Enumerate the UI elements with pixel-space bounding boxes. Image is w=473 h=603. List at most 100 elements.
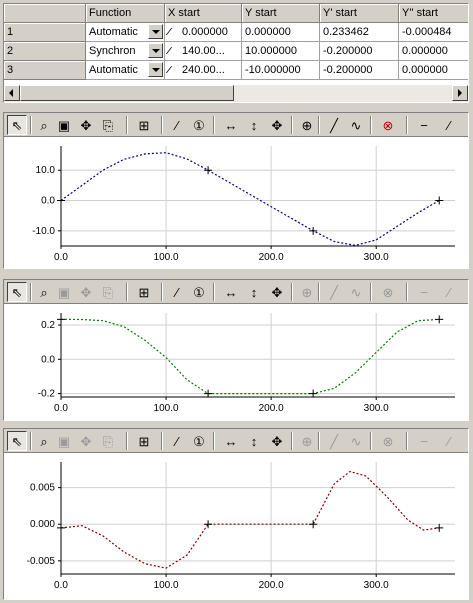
select-arrow-icon[interactable]: ⇖ [7, 282, 27, 302]
y-start-cell[interactable]: -10.000000 [242, 61, 320, 80]
x-start-cell[interactable]: ∕ 140.00... [165, 42, 242, 61]
zoom-icon[interactable]: ⌕ [34, 115, 54, 135]
move-all-icon[interactable]: ✥ [267, 115, 287, 135]
x-start-cell[interactable]: ∕ 240.00... [165, 61, 242, 80]
x-tick-label: 0.0 [54, 252, 68, 263]
y2-start-cell[interactable]: -0.000484 [399, 23, 468, 42]
delete-icon[interactable]: ⊗ [378, 282, 398, 302]
edit-points-icon[interactable]: ∕ [167, 282, 187, 302]
insert-point-icon[interactable]: ⊕ [297, 431, 317, 451]
y1-start-cell[interactable]: 0.233462 [320, 23, 399, 42]
line-tool-icon[interactable]: ╱ [324, 282, 344, 302]
horizontal-arrows-icon[interactable]: ↔ [221, 431, 241, 451]
toolbar-separator [213, 283, 215, 301]
vertical-arrows-icon[interactable]: ↕ [244, 431, 264, 451]
column-header-x-start[interactable]: X start [165, 4, 242, 23]
y2-start-cell[interactable]: 0.000000 [399, 61, 468, 80]
y-start-cell[interactable]: 0.000000 [242, 23, 320, 42]
zoom-window-icon[interactable]: ▣ [54, 431, 74, 451]
vertical-arrows-icon[interactable]: ↕ [244, 282, 264, 302]
slash-icon[interactable]: ∕ [439, 431, 459, 451]
dropdown-arrow-icon[interactable] [148, 43, 163, 58]
line-tool-icon[interactable]: ╱ [324, 115, 344, 135]
copy-icon[interactable]: ⎘ [98, 115, 118, 135]
edit-points-icon[interactable]: ∕ [167, 115, 187, 135]
curve-tool-icon[interactable]: ∿ [346, 431, 366, 451]
column-header-y1-start[interactable]: Y' start [320, 4, 399, 23]
toolbar-separator [213, 432, 215, 450]
horizontal-arrows-icon[interactable]: ↔ [221, 115, 241, 135]
move-all-icon[interactable]: ✥ [267, 431, 287, 451]
pan-icon[interactable]: ✥ [76, 282, 96, 302]
x-start-value: 240.00... [182, 64, 225, 76]
fit-grid-icon[interactable]: ⊞ [134, 431, 154, 451]
x-tick-label: 300.0 [364, 580, 389, 591]
select-arrow-icon[interactable]: ⇖ [7, 115, 27, 135]
slash-icon[interactable]: ∕ [439, 282, 459, 302]
delete-icon[interactable]: ⊗ [378, 431, 398, 451]
plot-panel-acceleration: ⇖ ⌕ ▣ ✥ ⎘ ⊞ ∕ ① ↔ ↕ ✥ ⊕ ╱ ∿ ⊗ − ∕ 0.0 100.0 200.0 300.0 -0.0… [3, 428, 469, 600]
copy-icon[interactable]: ⎘ [98, 431, 118, 451]
row-number[interactable]: 1 [4, 23, 86, 42]
curve-tool-icon[interactable]: ∿ [346, 282, 366, 302]
row-number[interactable]: 2 [4, 42, 86, 61]
hline-icon[interactable]: − [414, 431, 434, 451]
pan-icon[interactable]: ✥ [76, 431, 96, 451]
horizontal-scrollbar[interactable] [4, 85, 468, 102]
dropdown-arrow-icon[interactable] [148, 62, 163, 77]
acceleration-plot[interactable]: 0.0 100.0 200.0 300.0 -0.005 0.000 0.005 [4, 454, 468, 599]
pan-icon[interactable]: ✥ [76, 115, 96, 135]
column-header-function[interactable]: Function [86, 4, 165, 23]
column-header-y2-start[interactable]: Y'' start [399, 4, 468, 23]
one-icon[interactable]: ① [189, 282, 209, 302]
corner-header [4, 4, 86, 23]
x-tick-label: 200.0 [259, 252, 284, 263]
copy-icon[interactable]: ⎘ [98, 282, 118, 302]
line-tool-icon[interactable]: ╱ [324, 431, 344, 451]
one-icon[interactable]: ① [189, 431, 209, 451]
toolbar-separator [406, 432, 408, 450]
zoom-window-icon[interactable]: ▣ [54, 282, 74, 302]
fit-grid-icon[interactable]: ⊞ [134, 115, 154, 135]
x-tick-label: 200.0 [259, 403, 284, 414]
insert-point-icon[interactable]: ⊕ [297, 115, 317, 135]
y2-start-cell[interactable]: 0.000000 [399, 42, 468, 61]
slash-icon[interactable]: ∕ [439, 115, 459, 135]
dropdown-arrow-icon[interactable] [148, 24, 163, 39]
toolbar-separator [30, 283, 32, 301]
fit-grid-icon[interactable]: ⊞ [134, 282, 154, 302]
zoom-icon[interactable]: ⌕ [34, 282, 54, 302]
series-line [60, 152, 440, 247]
function-combo[interactable]: Synchron [86, 42, 165, 61]
move-all-icon[interactable]: ✥ [267, 282, 287, 302]
x-tick-label: 100.0 [154, 403, 179, 414]
y1-start-cell[interactable]: -0.200000 [320, 42, 399, 61]
y-tick-label: 0.0 [41, 196, 55, 207]
scroll-right-icon[interactable] [452, 85, 468, 101]
plot-toolbar: ⇖ ⌕ ▣ ✥ ⎘ ⊞ ∕ ① ↔ ↕ ✥ ⊕ ╱ ∿ ⊗ − ∕ [4, 280, 468, 304]
edit-points-icon[interactable]: ∕ [167, 431, 187, 451]
scroll-thumb[interactable] [20, 85, 234, 101]
x-start-cell[interactable]: ⁄ 0.000000 [165, 23, 242, 42]
y-start-cell[interactable]: 10.000000 [242, 42, 320, 61]
insert-point-icon[interactable]: ⊕ [297, 282, 317, 302]
one-icon[interactable]: ① [189, 115, 209, 135]
delete-icon[interactable]: ⊗ [378, 115, 398, 135]
row-number[interactable]: 3 [4, 61, 86, 80]
velocity-plot[interactable]: 0.0 100.0 200.0 300.0 -0.2 0.0 0.2 [4, 305, 468, 420]
column-header-y-start[interactable]: Y start [242, 4, 320, 23]
curve-tool-icon[interactable]: ∿ [346, 115, 366, 135]
vertical-arrows-icon[interactable]: ↕ [244, 115, 264, 135]
horizontal-arrows-icon[interactable]: ↔ [221, 282, 241, 302]
function-combo[interactable]: Automatic [86, 61, 165, 80]
hline-icon[interactable]: − [414, 115, 434, 135]
zoom-window-icon[interactable]: ▣ [54, 115, 74, 135]
y1-start-cell[interactable]: -0.200000 [320, 61, 399, 80]
zoom-icon[interactable]: ⌕ [34, 431, 54, 451]
scroll-left-icon[interactable] [4, 85, 20, 101]
select-arrow-icon[interactable]: ⇖ [7, 431, 27, 451]
hline-icon[interactable]: − [414, 282, 434, 302]
toolbar-separator [30, 116, 32, 134]
function-combo[interactable]: Automatic [86, 23, 165, 42]
position-plot[interactable]: 0.0 100.0 200.0 300.0 -10.0 0.0 10.0 [4, 138, 468, 268]
